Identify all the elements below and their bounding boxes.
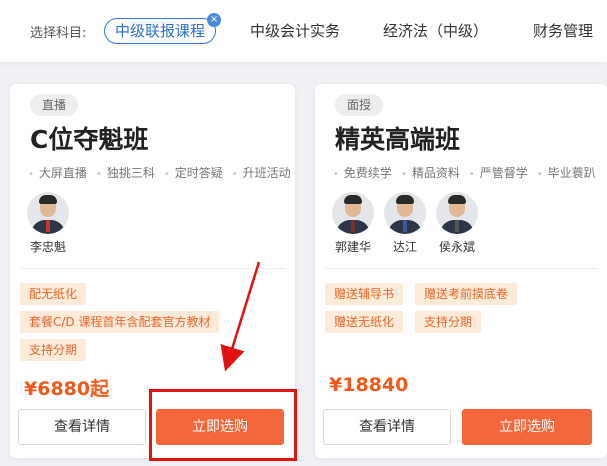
feature-item: 升班活动 <box>232 166 291 180</box>
feature-item: 大屏直播 <box>28 166 87 180</box>
feature-list: 大屏直播独挑三科定时答疑升班活动 <box>28 164 300 181</box>
tab-intermediate-combo[interactable]: 中级联报课程 × <box>104 13 222 44</box>
feature-list: 免费续学精品资料严管督学毕业蓑趴 <box>333 164 605 181</box>
avatar <box>332 192 374 234</box>
divider <box>20 268 285 269</box>
divider <box>325 268 597 269</box>
view-details-button[interactable]: 查看详情 <box>323 409 451 445</box>
course-card-elite: 面授 精英高端班 免费续学精品资料严管督学毕业蓑趴 郭建华 达江 侯永斌 赠送辅… <box>315 84 607 458</box>
annotation-highlight-box <box>149 389 297 461</box>
course-type-badge: 直播 <box>30 94 79 116</box>
course-title: 精英高端班 <box>335 125 461 154</box>
course-type-badge: 面授 <box>335 94 384 116</box>
subject-filter-bar: 选择科目: 中级联报课程 × 中级会计实务 经济法（中级） 财务管理 <box>0 0 607 62</box>
teacher[interactable]: 侯永斌 <box>433 192 481 255</box>
teacher-name: 李忠魁 <box>29 240 66 254</box>
feature-item: 定时答疑 <box>164 166 223 180</box>
avatar <box>384 192 426 234</box>
close-icon[interactable]: × <box>207 13 222 27</box>
promo-tag: 赠送考前摸底卷 <box>415 283 518 305</box>
teacher[interactable]: 郭建华 <box>329 192 377 255</box>
feature-item: 免费续学 <box>333 166 392 180</box>
tab-economic-law[interactable]: 经济法（中级） <box>383 20 488 41</box>
feature-item: 毕业蓑趴 <box>537 166 596 180</box>
feature-item: 精品资料 <box>401 166 460 180</box>
teacher-name: 侯永斌 <box>438 240 475 254</box>
buy-now-button[interactable]: 立即选购 <box>462 409 592 445</box>
promo-tag: 赠送辅导书 <box>325 283 404 305</box>
promo-tag: 配无纸化 <box>20 283 87 305</box>
teacher-name: 郭建华 <box>334 240 371 254</box>
teacher[interactable]: 李忠魁 <box>24 192 72 255</box>
promo-tag: 套餐C/D 课程首年含配套官方教材 <box>20 311 220 333</box>
avatar <box>27 192 69 234</box>
course-price: ¥18840 <box>329 374 409 396</box>
tab-financial-management[interactable]: 财务管理 <box>533 20 593 41</box>
feature-item: 严管督学 <box>469 166 528 180</box>
promo-tag: 支持分期 <box>415 311 482 333</box>
filter-label: 选择科目: <box>30 26 87 41</box>
promo-tag: 赠送无纸化 <box>325 311 404 333</box>
course-price: ¥6880起 <box>24 378 110 400</box>
teacher[interactable]: 达江 <box>381 192 429 255</box>
tab-label: 中级联报课程 <box>115 22 206 40</box>
course-title: C位夺魁班 <box>30 125 149 154</box>
tab-intermediate-accounting[interactable]: 中级会计实务 <box>250 20 340 41</box>
promo-tag: 支持分期 <box>20 339 87 361</box>
avatar <box>436 192 478 234</box>
teacher-name: 达江 <box>392 240 417 254</box>
view-details-button[interactable]: 查看详情 <box>18 409 146 445</box>
feature-item: 独挑三科 <box>96 166 155 180</box>
